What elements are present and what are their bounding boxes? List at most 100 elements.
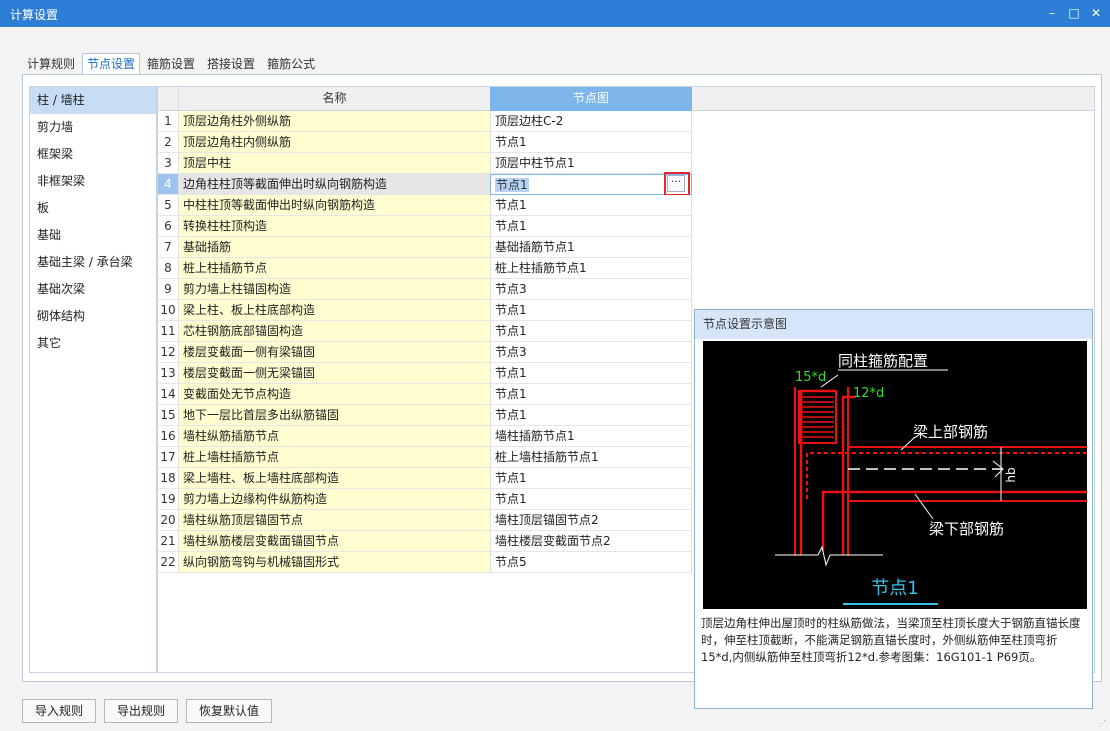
table-row[interactable]: 22 纵向钢筋弯钩与机械锚固形式 节点5 xyxy=(158,552,694,573)
category-item-foundation-secondary-beam[interactable]: 基础次梁 xyxy=(30,276,156,303)
row-name-cell[interactable]: 顶层边角柱内侧纵筋 xyxy=(178,132,490,153)
table-row[interactable]: 15 地下一层比首层多出纵筋锚固 节点1 xyxy=(158,405,694,426)
header-node[interactable]: 节点图 xyxy=(490,87,692,111)
row-name-cell[interactable]: 楼层变截面一侧有梁锚固 xyxy=(178,342,490,363)
row-name-cell[interactable]: 墙柱纵筋楼层变截面锚固节点 xyxy=(178,531,490,552)
row-number: 11 xyxy=(158,321,178,342)
row-name-cell[interactable]: 变截面处无节点构造 xyxy=(178,384,490,405)
row-node-cell[interactable]: 墙柱顶层锚固节点2 xyxy=(490,510,692,531)
row-name-cell[interactable]: 梁上墙柱、板上墙柱底部构造 xyxy=(178,468,490,489)
table-row[interactable]: 8 桩上柱插筋节点 桩上柱插筋节点1 xyxy=(158,258,694,279)
table-row[interactable]: 18 梁上墙柱、板上墙柱底部构造 节点1 xyxy=(158,468,694,489)
header-name[interactable]: 名称 xyxy=(178,87,490,111)
node-value-selected[interactable]: 节点1 xyxy=(495,178,529,192)
import-rules-button[interactable]: 导入规则 xyxy=(22,699,97,723)
table-row[interactable]: 11 芯柱钢筋底部锚固构造 节点1 xyxy=(158,321,694,342)
row-number: 18 xyxy=(158,468,178,489)
row-node-cell[interactable]: 节点3 xyxy=(490,279,692,300)
minimize-button[interactable]: – xyxy=(1042,3,1062,23)
row-node-cell[interactable]: 墙柱楼层变截面节点2 xyxy=(490,531,692,552)
row-node-cell[interactable]: 顶层中柱节点1 xyxy=(490,153,692,174)
table-row[interactable]: 10 梁上柱、板上柱底部构造 节点1 xyxy=(158,300,694,321)
row-name-cell[interactable]: 边角柱柱顶等截面伸出时纵向钢筋构造 xyxy=(178,174,490,195)
row-node-cell[interactable]: 节点1 xyxy=(490,384,692,405)
row-name-cell[interactable]: 剪力墙上柱锚固构造 xyxy=(178,279,490,300)
tab-calc-rules[interactable]: 计算规则 xyxy=(22,53,80,75)
row-name-cell[interactable]: 墙柱纵筋顶层锚固节点 xyxy=(178,510,490,531)
table-row[interactable]: 17 桩上墙柱插筋节点 桩上墙柱插筋节点1 xyxy=(158,447,694,468)
table-row[interactable]: 2 顶层边角柱内侧纵筋 节点1 xyxy=(158,132,694,153)
row-node-cell[interactable]: 节点1 xyxy=(490,405,692,426)
category-item-shear-wall[interactable]: 剪力墙 xyxy=(30,114,156,141)
row-name-cell[interactable]: 顶层中柱 xyxy=(178,153,490,174)
category-item-other[interactable]: 其它 xyxy=(30,330,156,357)
category-item-slab[interactable]: 板 xyxy=(30,195,156,222)
row-number: 22 xyxy=(158,552,178,573)
label-stirrup-config: 同柱箍筋配置 xyxy=(838,352,928,370)
table-row[interactable]: 9 剪力墙上柱锚固构造 节点3 xyxy=(158,279,694,300)
row-name-cell[interactable]: 地下一层比首层多出纵筋锚固 xyxy=(178,405,490,426)
table-row[interactable]: 7 基础插筋 基础插筋节点1 xyxy=(158,237,694,258)
export-rules-button[interactable]: 导出规则 xyxy=(104,699,179,723)
row-node-cell[interactable]: 节点1 xyxy=(490,489,692,510)
row-node-cell[interactable]: 节点1 xyxy=(490,468,692,489)
row-node-cell[interactable]: 基础插筋节点1 xyxy=(490,237,692,258)
row-name-cell[interactable]: 桩上柱插筋节点 xyxy=(178,258,490,279)
row-name-cell[interactable]: 转换柱柱顶构造 xyxy=(178,216,490,237)
table-row[interactable]: 6 转换柱柱顶构造 节点1 xyxy=(158,216,694,237)
row-node-cell[interactable]: 节点1 xyxy=(490,363,692,384)
row-node-cell[interactable]: 节点1 xyxy=(490,174,692,195)
row-node-cell[interactable]: 节点1 xyxy=(490,300,692,321)
category-item-column[interactable]: 柱 / 墙柱 xyxy=(30,87,156,114)
row-number: 15 xyxy=(158,405,178,426)
row-name-cell[interactable]: 中柱柱顶等截面伸出时纵向钢筋构造 xyxy=(178,195,490,216)
row-node-cell[interactable]: 节点3 xyxy=(490,342,692,363)
restore-defaults-button[interactable]: 恢复默认值 xyxy=(186,699,273,723)
row-name-cell[interactable]: 剪力墙上边缘构件纵筋构造 xyxy=(178,489,490,510)
maximize-button[interactable]: □ xyxy=(1064,3,1084,23)
table-row[interactable]: 1 顶层边角柱外侧纵筋 顶层边柱C-2 xyxy=(158,111,694,132)
resize-grip-icon[interactable]: ⋰ xyxy=(1098,719,1108,729)
category-item-frame-beam[interactable]: 框架梁 xyxy=(30,141,156,168)
row-name-cell[interactable]: 墙柱纵筋插筋节点 xyxy=(178,426,490,447)
table-row[interactable]: 3 顶层中柱 顶层中柱节点1 xyxy=(158,153,694,174)
row-name-cell[interactable]: 芯柱钢筋底部锚固构造 xyxy=(178,321,490,342)
table-row[interactable]: 13 楼层变截面一侧无梁锚固 节点1 xyxy=(158,363,694,384)
row-node-cell[interactable]: 桩上柱插筋节点1 xyxy=(490,258,692,279)
tab-stirrup-settings[interactable]: 箍筋设置 xyxy=(142,53,200,75)
row-name-cell[interactable]: 桩上墙柱插筋节点 xyxy=(178,447,490,468)
tab-lap-settings[interactable]: 搭接设置 xyxy=(202,53,260,75)
tab-stirrup-formula[interactable]: 箍筋公式 xyxy=(262,53,320,75)
category-item-foundation[interactable]: 基础 xyxy=(30,222,156,249)
title-bar: 计算设置 – □ ✕ xyxy=(0,0,1110,27)
row-node-cell[interactable]: 节点5 xyxy=(490,552,692,573)
table-row[interactable]: 20 墙柱纵筋顶层锚固节点 墙柱顶层锚固节点2 xyxy=(158,510,694,531)
row-name-cell[interactable]: 基础插筋 xyxy=(178,237,490,258)
tab-node-settings[interactable]: 节点设置 xyxy=(82,53,141,75)
row-name-cell[interactable]: 梁上柱、板上柱底部构造 xyxy=(178,300,490,321)
table-row[interactable]: 14 变截面处无节点构造 节点1 xyxy=(158,384,694,405)
row-name-cell[interactable]: 楼层变截面一侧无梁锚固 xyxy=(178,363,490,384)
row-number: 7 xyxy=(158,237,178,258)
row-node-cell[interactable]: 节点1 xyxy=(490,321,692,342)
table-row[interactable]: 5 中柱柱顶等截面伸出时纵向钢筋构造 节点1 xyxy=(158,195,694,216)
row-node-cell[interactable]: 桩上墙柱插筋节点1 xyxy=(490,447,692,468)
table-row[interactable]: 12 楼层变截面一侧有梁锚固 节点3 xyxy=(158,342,694,363)
row-node-cell[interactable]: 顶层边柱C-2 xyxy=(490,111,692,132)
category-item-foundation-main-beam[interactable]: 基础主梁 / 承台梁 xyxy=(30,249,156,276)
row-node-cell[interactable]: 墙柱插筋节点1 xyxy=(490,426,692,447)
row-name-cell[interactable]: 纵向钢筋弯钩与机械锚固形式 xyxy=(178,552,490,573)
table-row[interactable]: 19 剪力墙上边缘构件纵筋构造 节点1 xyxy=(158,489,694,510)
category-item-masonry[interactable]: 砌体结构 xyxy=(30,303,156,330)
row-name-cell[interactable]: 顶层边角柱外侧纵筋 xyxy=(178,111,490,132)
row-node-cell[interactable]: 节点1 xyxy=(490,195,692,216)
table-row[interactable]: 16 墙柱纵筋插筋节点 墙柱插筋节点1 xyxy=(158,426,694,447)
category-item-non-frame-beam[interactable]: 非框架梁 xyxy=(30,168,156,195)
row-node-cell[interactable]: 节点1 xyxy=(490,132,692,153)
row-number: 10 xyxy=(158,300,178,321)
close-button[interactable]: ✕ xyxy=(1086,3,1106,23)
row-node-cell[interactable]: 节点1 xyxy=(490,216,692,237)
outer-rebar xyxy=(799,389,835,555)
table-row[interactable]: 21 墙柱纵筋楼层变截面锚固节点 墙柱楼层变截面节点2 xyxy=(158,531,694,552)
table-row[interactable]: 4 边角柱柱顶等截面伸出时纵向钢筋构造 节点1 ··· xyxy=(158,172,694,196)
